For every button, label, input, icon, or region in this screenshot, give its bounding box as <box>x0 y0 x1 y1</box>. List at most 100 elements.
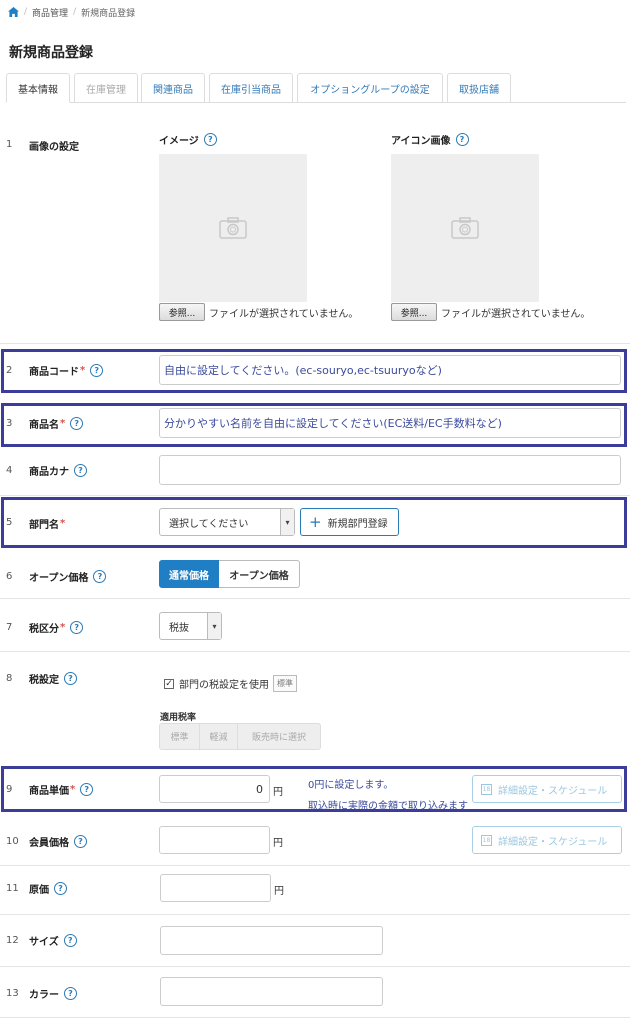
label-text: 画像の設定 <box>29 142 79 153</box>
rate-option-select-at-sale: 販売時に選択 <box>251 733 306 743</box>
product-name-input[interactable]: 分かりやすい名前を自由に設定してください(EC送料/EC手数料など) <box>159 408 621 438</box>
applied-rate-label: 適用税率 <box>160 713 197 723</box>
size-input[interactable] <box>160 926 383 955</box>
required-mark: * <box>60 518 66 529</box>
tab-stores[interactable]: 取扱店舗 <box>447 73 511 103</box>
open-price-option[interactable]: オープン価格 <box>219 560 300 588</box>
department-label: 部門名 * <box>29 516 65 531</box>
label-text: カラー <box>29 990 59 1001</box>
label-text: オープン価格 <box>29 573 89 584</box>
tax-class-select[interactable]: 税抜 ▾ <box>159 612 222 640</box>
row-divider <box>0 865 630 866</box>
use-dept-tax-checkbox-row[interactable]: ✓ 部門の税設定を使用 標準 <box>164 675 297 692</box>
icon-image-title-text: アイコン画像 <box>391 136 451 147</box>
tax-rate-options: 標準 軽減 販売時に選択 <box>159 723 321 750</box>
member-price-input[interactable] <box>159 826 270 854</box>
breadcrumb-separator: / <box>73 7 77 17</box>
help-icon[interactable]: ? <box>74 835 87 848</box>
help-icon[interactable]: ? <box>203 133 217 146</box>
size-label: サイズ ? <box>29 933 77 948</box>
calendar-icon: 18 <box>481 834 492 846</box>
help-icon[interactable]: ? <box>64 987 77 1000</box>
product-code-input[interactable]: 自由に設定してください。(ec-souryo,ec-tsuuryoなど) <box>159 355 621 385</box>
help-icon[interactable]: ? <box>70 621 84 634</box>
row-number: 12 <box>6 935 19 946</box>
row-divider <box>0 914 630 915</box>
help-icon[interactable]: ? <box>80 783 94 796</box>
image-title: イメージ ? <box>159 132 217 147</box>
camera-icon <box>219 217 247 239</box>
help-icon[interactable]: ? <box>74 464 87 477</box>
open-price-label: オープン価格 ? <box>29 569 107 584</box>
icon-image-browse-button[interactable]: 参照... <box>391 303 437 321</box>
tab-option-groups[interactable]: オプショングループの設定 <box>297 73 443 103</box>
calendar-icon: 18 <box>481 783 492 795</box>
tax-class-label: 税区分 * ? <box>29 620 84 635</box>
required-mark: * <box>80 365 86 376</box>
label-text: 商品コード <box>29 367 79 378</box>
color-input[interactable] <box>160 977 383 1006</box>
rate-option-reduced: 軽減 <box>200 724 238 749</box>
cost-input[interactable] <box>160 874 271 902</box>
row-divider <box>0 651 630 652</box>
label-text: 商品名 <box>29 420 59 431</box>
product-kana-label: 商品カナ ? <box>29 463 87 478</box>
product-name-label: 商品名 * ? <box>29 416 84 431</box>
chevron-down-icon: ▾ <box>280 509 294 535</box>
label-text: 税区分 <box>29 624 59 635</box>
image-browse-button[interactable]: 参照... <box>159 303 205 321</box>
tab-related-products[interactable]: 関連商品 <box>141 73 205 103</box>
help-icon[interactable]: ? <box>54 882 67 895</box>
breadcrumb-item-product-management[interactable]: 商品管理 <box>32 6 68 19</box>
help-icon[interactable]: ? <box>70 417 84 430</box>
breadcrumb-item-current: 新規商品登録 <box>81 8 136 19</box>
row-divider <box>0 343 630 344</box>
help-icon[interactable]: ? <box>455 133 469 146</box>
new-department-button[interactable]: + 新規部門登録 <box>300 508 399 536</box>
label-text: 会員価格 <box>29 838 69 849</box>
tax-class-select-value: 税抜 <box>169 622 189 634</box>
unit-price-input[interactable]: 0 <box>159 775 270 803</box>
row-number: 1 <box>6 139 13 150</box>
row-number: 5 <box>6 517 13 528</box>
use-dept-tax-label: 部門の税設定を使用 <box>179 680 269 691</box>
help-icon[interactable]: ? <box>93 570 107 583</box>
tab-basic-info[interactable]: 基本情報 <box>6 73 70 103</box>
department-select[interactable]: 選択してください ▾ <box>159 508 295 536</box>
help-icon[interactable]: ? <box>90 364 104 377</box>
label-text: サイズ <box>29 937 59 948</box>
product-kana-input[interactable] <box>159 455 621 485</box>
help-icon[interactable]: ? <box>63 934 77 947</box>
required-mark: * <box>60 622 66 633</box>
breadcrumb-separator: / <box>24 7 28 17</box>
home-icon[interactable] <box>8 7 19 17</box>
label-text: 税設定 <box>29 675 59 686</box>
help-icon[interactable]: ? <box>64 672 77 685</box>
row-number: 8 <box>6 673 13 684</box>
checkbox-checked-icon[interactable]: ✓ <box>164 678 174 689</box>
row-number: 11 <box>6 883 19 894</box>
row-number: 7 <box>6 622 13 633</box>
label-text: 商品カナ <box>29 467 69 478</box>
row-divider <box>0 495 630 496</box>
tab-stock-allocation[interactable]: 在庫引当商品 <box>209 73 293 103</box>
row-number: 2 <box>6 365 13 376</box>
product-code-label: 商品コード * ? <box>29 363 104 378</box>
label-text: 原価 <box>29 885 49 896</box>
plus-icon: + <box>309 512 322 531</box>
icon-image-preview <box>391 154 539 302</box>
required-mark: * <box>60 418 66 429</box>
member-price-detail-button[interactable]: 18 詳細設定・スケジュール <box>472 826 622 854</box>
detail-button-label: 詳細設定・スケジュール <box>498 785 608 797</box>
cost-label: 原価 ? <box>29 881 67 896</box>
department-select-value: 選択してください <box>169 518 249 530</box>
unit-price-detail-button[interactable]: 18 詳細設定・スケジュール <box>472 775 622 803</box>
chevron-down-icon: ▾ <box>207 613 221 639</box>
normal-price-option[interactable]: 通常価格 <box>159 560 219 588</box>
image-settings-label: 画像の設定 <box>29 138 79 153</box>
row-divider <box>0 966 630 967</box>
row-number: 10 <box>6 836 19 847</box>
yen-unit: 円 <box>273 787 283 798</box>
label-text: 部門名 <box>29 520 59 531</box>
icon-image-title: アイコン画像 ? <box>391 132 469 147</box>
